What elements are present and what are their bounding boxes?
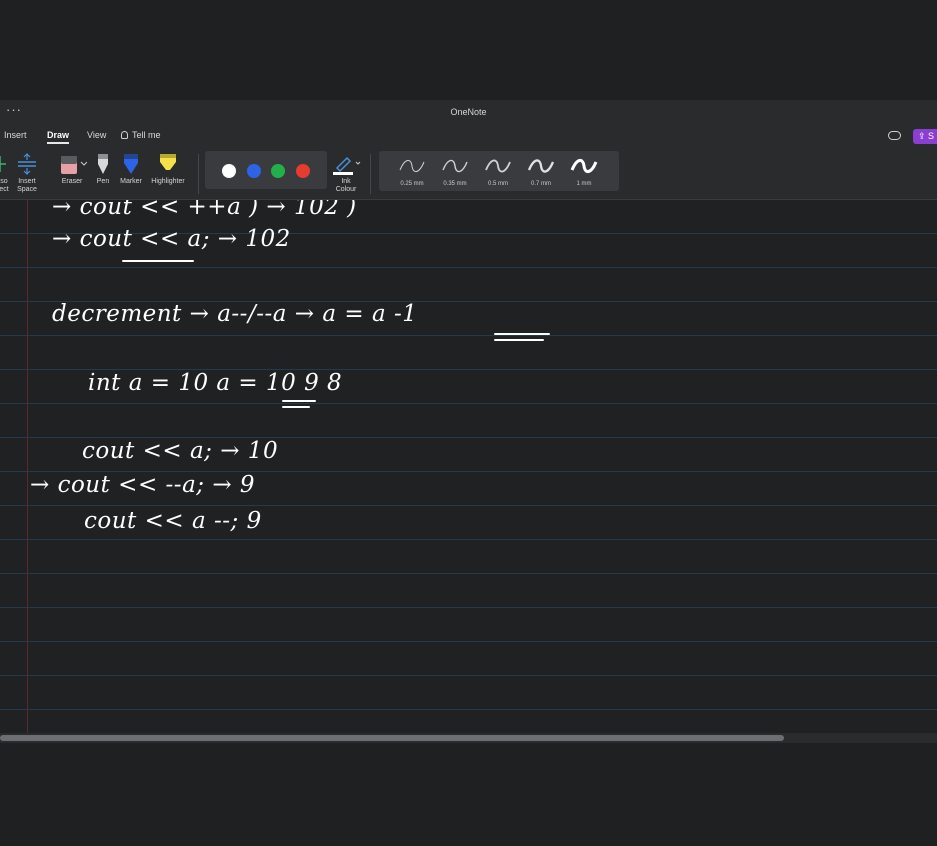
width-option-0-25mm[interactable]: 0.25 mm: [394, 154, 430, 187]
eraser-button[interactable]: Eraser: [55, 152, 89, 186]
lasso-select-button[interactable]: so ect: [0, 152, 14, 194]
stroke-sample-icon: [485, 159, 511, 173]
menu-bar: Insert Draw View Tell me ⇪ S: [0, 126, 937, 148]
pen-label: Pen: [96, 178, 110, 185]
ink-underline: [122, 260, 194, 262]
ink-colour-button[interactable]: Ink Colour: [330, 152, 362, 194]
tab-draw[interactable]: Draw: [47, 130, 70, 144]
color-swatch-white[interactable]: [222, 164, 236, 178]
tab-insert[interactable]: Insert: [4, 130, 27, 140]
ink-colour-label: Ink Colour: [335, 178, 357, 193]
tell-me-label: Tell me: [132, 130, 161, 140]
ribbon-divider: [198, 154, 199, 194]
ink-colour-icon: [333, 156, 361, 175]
ink-underline: [282, 406, 310, 408]
marker-button[interactable]: Marker: [116, 152, 146, 186]
highlighter-label: Highlighter: [151, 178, 185, 185]
pen-icon: [98, 154, 108, 174]
app-title: OneNote: [450, 107, 487, 117]
insert-space-label: Insert Space: [17, 178, 37, 193]
ink-line-6: → cout << --a; → 9: [30, 472, 256, 498]
ink-line-7: cout << a --; 9: [84, 508, 262, 534]
width-option-0-7mm[interactable]: 0.7 mm: [523, 154, 559, 187]
pen-width-options: 0.25 mm 0.35 mm 0.5 mm 0.7 mm 1 mm: [379, 151, 619, 191]
ink-line-3: decrement → a--/--a → a = a -1: [52, 301, 418, 327]
ink-underline: [282, 400, 316, 402]
width-label: 0.5 mm: [487, 181, 508, 187]
insert-space-icon: [18, 153, 36, 175]
stroke-sample-icon: [442, 159, 468, 173]
ink-line-2: → cout << a; → 102: [52, 226, 291, 252]
insert-space-button[interactable]: Insert Space: [14, 152, 40, 194]
eraser-label: Eraser: [61, 178, 83, 185]
lasso-select-label: so ect: [0, 178, 9, 193]
stroke-sample-icon: [399, 160, 425, 172]
ink-line-4: int a = 10 a = 10 9 8: [88, 370, 343, 396]
note-canvas[interactable]: → cout << ++a ) → 102 ) → cout << a; → 1…: [0, 200, 937, 733]
tab-view[interactable]: View: [87, 130, 106, 140]
eraser-icon: [61, 156, 87, 174]
width-option-1mm[interactable]: 1 mm: [566, 154, 602, 187]
cloud-sync-icon[interactable]: [888, 131, 901, 140]
width-label: 0.35 mm: [443, 181, 467, 187]
marker-icon: [124, 154, 138, 174]
title-bar: ··· OneNote: [0, 100, 937, 126]
horizontal-scrollbar[interactable]: [0, 733, 937, 743]
ink-line-1: → cout << ++a ) → 102 ): [52, 200, 357, 220]
width-option-0-35mm[interactable]: 0.35 mm: [437, 154, 473, 187]
color-swatch-green[interactable]: [271, 164, 285, 178]
width-option-0-5mm[interactable]: 0.5 mm: [480, 154, 516, 187]
color-swatch-red[interactable]: [296, 164, 310, 178]
highlighter-icon: [160, 154, 176, 170]
lasso-icon: [0, 156, 6, 172]
color-swatch-blue[interactable]: [247, 164, 261, 178]
tell-me-search[interactable]: Tell me: [121, 130, 161, 140]
share-label: S: [928, 131, 935, 141]
width-label: 0.25 mm: [400, 181, 424, 187]
width-label: 0.7 mm: [530, 181, 551, 187]
scrollbar-thumb[interactable]: [0, 735, 784, 741]
stroke-sample-icon: [527, 159, 555, 173]
page-margin-line: [27, 200, 28, 733]
pen-button[interactable]: Pen: [92, 152, 114, 186]
marker-label: Marker: [120, 178, 142, 185]
ink-underline: [494, 339, 544, 341]
ink-line-5: cout << a; → 10: [82, 438, 279, 464]
pen-color-palette: [205, 151, 327, 189]
draw-ribbon: so ect Insert Space Eraser Pen Marker Hi…: [0, 148, 937, 200]
stroke-sample-icon: [570, 159, 598, 173]
width-label: 1 mm: [576, 181, 592, 187]
onenote-window: ··· OneNote Insert Draw View Tell me ⇪ S…: [0, 0, 937, 846]
share-button[interactable]: ⇪ S: [913, 129, 937, 144]
ribbon-divider: [370, 154, 371, 194]
lightbulb-icon: [121, 131, 128, 139]
ink-underline: [494, 333, 550, 335]
highlighter-button[interactable]: Highlighter: [146, 152, 190, 186]
